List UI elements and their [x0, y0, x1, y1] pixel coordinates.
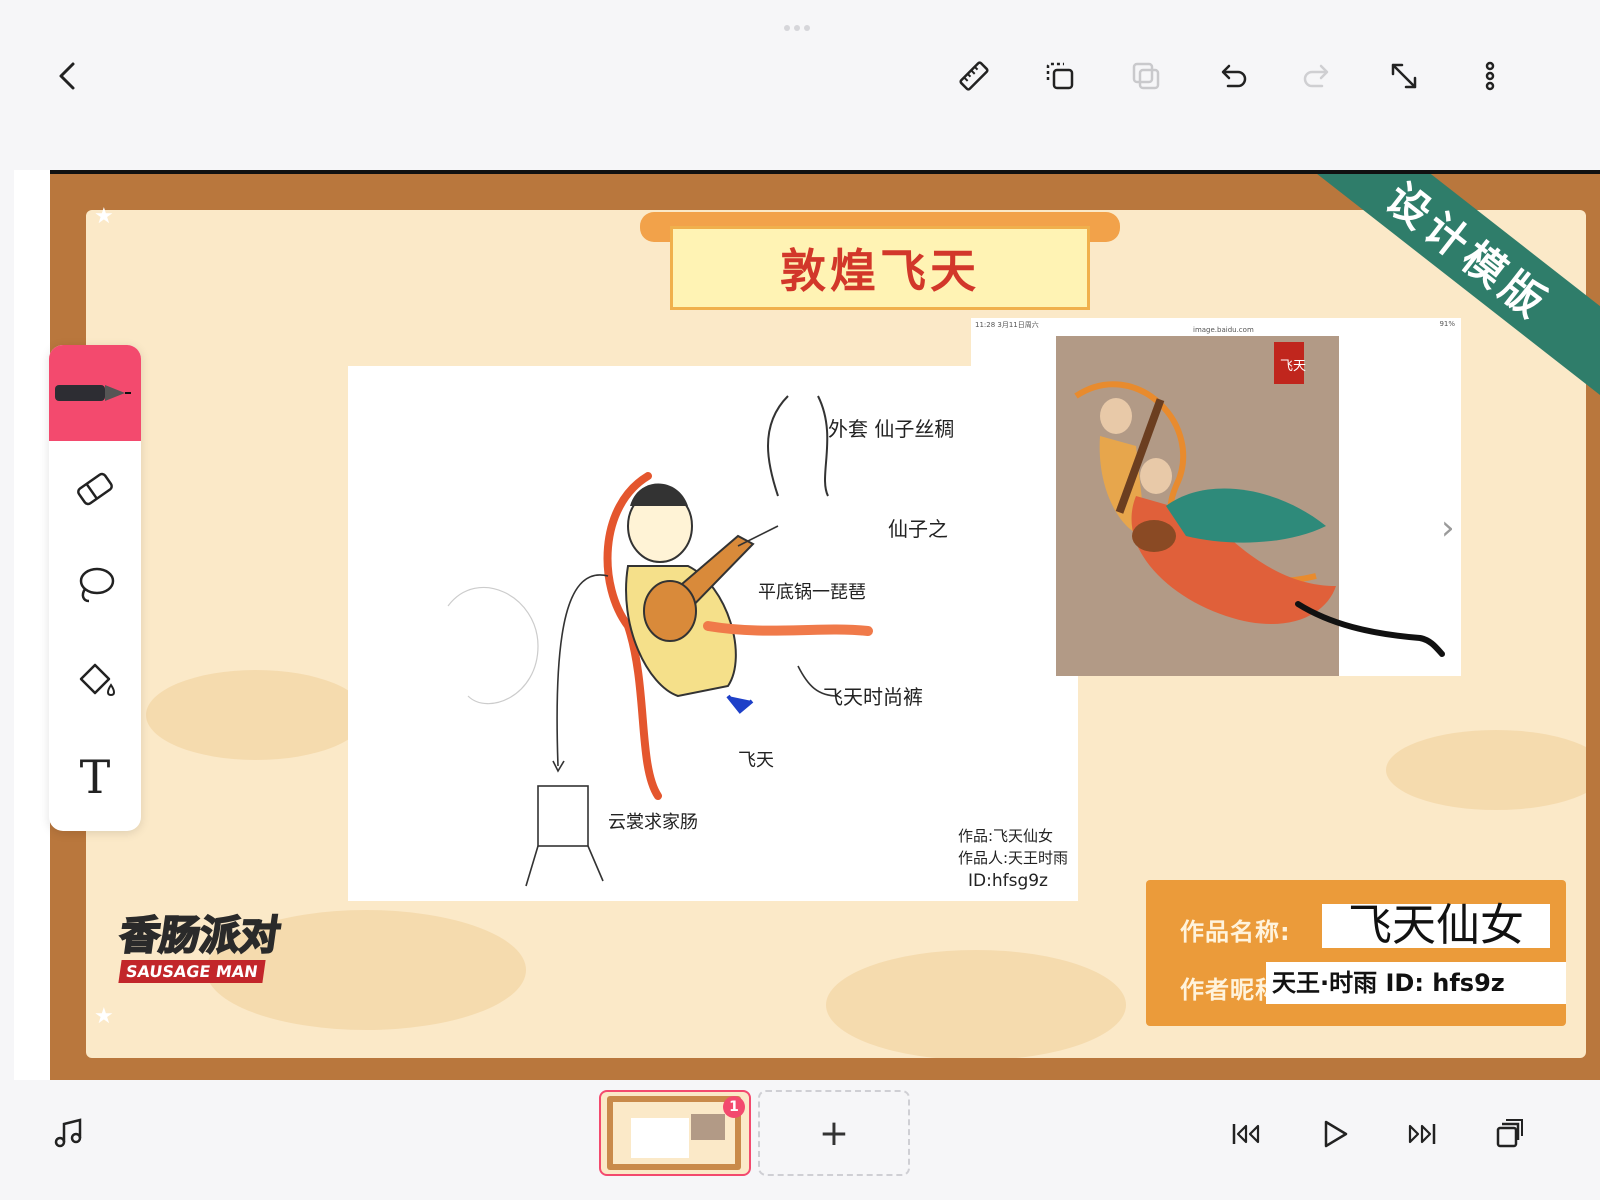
add-slide-button[interactable]: +	[758, 1090, 910, 1176]
lasso-icon	[79, 567, 115, 603]
ink-stroke[interactable]	[1290, 594, 1450, 674]
cloud-decoration	[146, 670, 366, 760]
eraser-icon	[77, 472, 113, 506]
ref-status-time: 11:28 3月11日周六	[975, 321, 1039, 329]
logo-en: SAUSAGE MAN	[118, 960, 266, 983]
music-button[interactable]	[44, 1110, 92, 1158]
sketch-credit: ID:hfsg9z	[968, 871, 1048, 891]
more-vertical-icon	[1485, 61, 1495, 91]
sketch-label: 平底锅一琵琶	[758, 582, 866, 603]
tool-palette: T	[49, 345, 141, 831]
title-banner: 敦煌飞天	[640, 212, 1120, 312]
plus-icon: +	[818, 1112, 850, 1154]
title-plate: 敦煌飞天	[670, 226, 1090, 310]
eraser-tool[interactable]	[49, 441, 141, 537]
lasso-tool[interactable]	[49, 537, 141, 633]
pen-icon	[55, 385, 131, 401]
sketch-label: 飞天	[738, 750, 774, 771]
paste-icon	[1046, 62, 1074, 90]
fill-tool[interactable]	[49, 633, 141, 729]
drawing-canvas[interactable]: ★ ★ 敦煌飞天 设计模版 外套 仙子丝稠 仙子之 平底锅一琵琶 飞天时尚裤 飞…	[14, 170, 1600, 1080]
sketch-label: 云裳求家肠	[608, 812, 698, 833]
duplicate-button[interactable]	[1122, 52, 1170, 100]
sketch-image[interactable]: 外套 仙子丝稠 仙子之 平底锅一琵琶 飞天时尚裤 飞天 云裳求家肠 作品:飞天仙…	[348, 366, 1078, 901]
cloud-decoration	[1386, 730, 1586, 810]
skip-last-icon	[1408, 1124, 1436, 1144]
text-tool[interactable]: T	[49, 729, 141, 825]
sketch-label: 飞天时尚裤	[823, 685, 923, 709]
layers-button[interactable]	[1484, 1110, 1532, 1158]
back-button[interactable]	[44, 52, 92, 100]
poster-title: 敦煌飞天	[780, 244, 980, 298]
play-icon	[1324, 1120, 1348, 1148]
redo-icon	[1303, 64, 1329, 88]
skip-first-icon	[1232, 1124, 1260, 1144]
logo-cn: 香肠派对	[116, 911, 285, 960]
redo-button[interactable]	[1294, 52, 1342, 100]
music-note-icon	[54, 1118, 82, 1148]
sketch-credit: 作品人:天王时雨	[958, 849, 1068, 867]
layers-icon	[1496, 1119, 1523, 1148]
pen-tool[interactable]	[49, 345, 141, 441]
duplicate-icon	[1132, 62, 1160, 90]
text-tool-icon: T	[79, 750, 111, 804]
sketch-label: 外套 仙子丝稠	[828, 417, 954, 441]
ref-status-bar: 11:28 3月11日周六 image.baidu.com 91%	[971, 318, 1461, 336]
last-slide-button[interactable]	[1398, 1110, 1446, 1158]
chevron-left-icon	[59, 62, 75, 90]
author-label: 作者昵称	[1180, 976, 1280, 1004]
work-name-label: 作品名称:	[1180, 918, 1291, 946]
ruler-button[interactable]	[950, 52, 998, 100]
sausage-man-logo: 香肠派对 SAUSAGE MAN	[116, 911, 290, 994]
slide-number-badge: 1	[723, 1096, 745, 1118]
first-slide-button[interactable]	[1222, 1110, 1270, 1158]
ruler-icon	[959, 61, 989, 91]
paste-button[interactable]	[1036, 52, 1084, 100]
play-button[interactable]	[1310, 1110, 1358, 1158]
star-icon: ★	[94, 204, 114, 229]
fill-bucket-icon	[79, 663, 115, 697]
undo-button[interactable]	[1208, 52, 1256, 100]
sketch-drawing: 外套 仙子丝稠 仙子之 平底锅一琵琶 飞天时尚裤 飞天 云裳求家肠 作品:飞天仙…	[447, 395, 1068, 891]
poster: ★ ★ 敦煌飞天 设计模版 外套 仙子丝稠 仙子之 平底锅一琵琶 飞天时尚裤 飞…	[50, 170, 1600, 1080]
slide-thumbnail[interactable]: 1	[599, 1090, 751, 1176]
more-button[interactable]	[1466, 52, 1514, 100]
resize-button[interactable]	[1380, 52, 1428, 100]
cloud-decoration	[826, 950, 1126, 1058]
undo-icon	[1221, 64, 1247, 88]
author-value[interactable]: 天王·时雨 ID: hfs9z	[1266, 962, 1566, 1004]
star-icon: ★	[94, 1004, 114, 1029]
info-panel: 作品名称: 飞天仙女 作者昵称 天王·时雨 ID: hfs9z	[1146, 880, 1566, 1026]
drag-handle[interactable]	[784, 16, 816, 31]
work-name-value[interactable]: 飞天仙女	[1322, 904, 1550, 948]
thumb-sketch	[631, 1118, 689, 1158]
next-arrow-icon[interactable]: ›	[1441, 508, 1455, 548]
ref-status-battery: 91%	[1439, 320, 1455, 328]
top-toolbar	[0, 0, 1600, 150]
painting-stamp: 飞天	[1280, 359, 1306, 374]
ref-status-url: image.baidu.com	[1193, 326, 1254, 334]
thumb-painting	[691, 1114, 725, 1140]
resize-icon	[1391, 63, 1417, 89]
sketch-credit: 作品:飞天仙女	[958, 827, 1053, 845]
sketch-label: 仙子之	[888, 517, 948, 541]
